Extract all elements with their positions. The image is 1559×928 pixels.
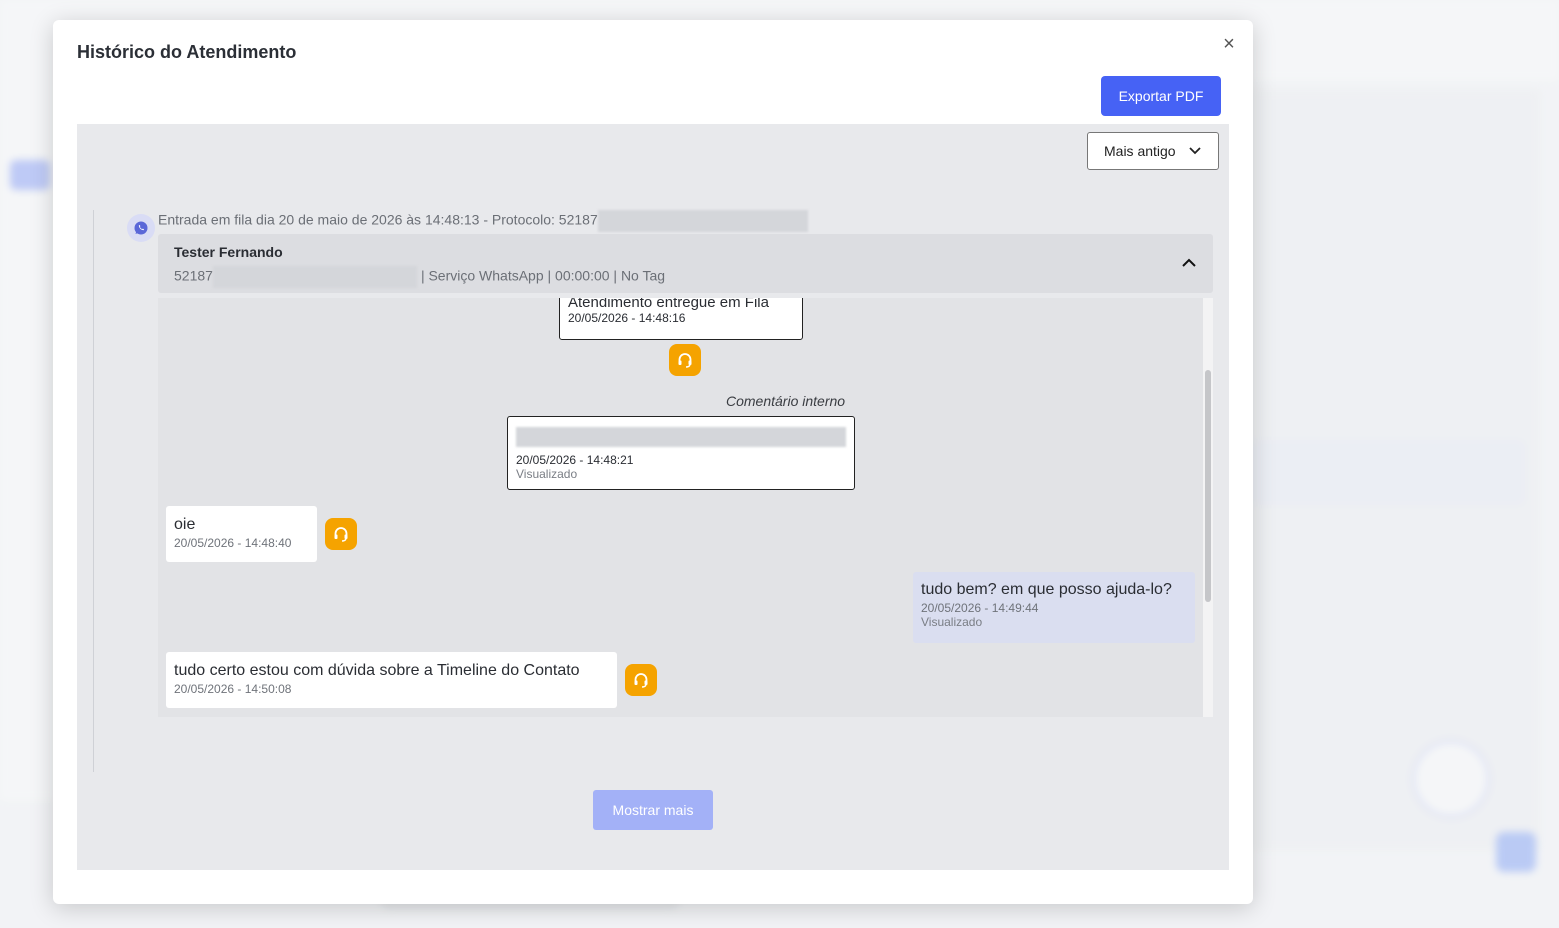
chat-timeline[interactable]: Atendimento entregue em Fila 20/05/2026 …: [158, 298, 1213, 717]
chevron-up-icon[interactable]: [1178, 252, 1200, 274]
ticket-protocol: 52187: [174, 267, 213, 284]
modal-title: Histórico do Atendimento: [77, 42, 297, 62]
ticket-service-info: | Serviço WhatsApp | 00:00:00 | No Tag: [420, 267, 666, 284]
internal-comment-card: 20/05/2026 - 14:48:21 Visualizado: [507, 416, 855, 490]
message-time: 20/05/2026 - 14:50:08: [174, 682, 292, 696]
close-button[interactable]: ×: [1219, 34, 1239, 54]
incoming-message: oie 20/05/2026 - 14:48:40: [166, 506, 317, 562]
outgoing-message: tudo bem? em que posso ajuda-lo? 20/05/2…: [913, 572, 1195, 643]
internal-comment-label: Comentário interno: [726, 393, 846, 409]
contact-name: Tester Fernando: [174, 244, 283, 260]
chevron-down-icon: [1188, 143, 1202, 160]
message-text: tudo bem? em que posso ajuda-lo?: [921, 581, 1172, 598]
queue-entry-label: Entrada em fila dia 20 de maio de 2026 à…: [158, 211, 598, 228]
sort-select-value: Mais antigo: [1104, 143, 1176, 159]
event-card: Atendimento entregue em Fila 20/05/2026 …: [559, 298, 803, 340]
redacted-protocol: [212, 266, 417, 288]
chat-scrollbar-thumb[interactable]: [1205, 370, 1211, 602]
message-time: 20/05/2026 - 14:49:44: [921, 601, 1039, 615]
redacted-comment-text: [516, 427, 846, 447]
comment-status: Visualizado: [516, 467, 578, 481]
redacted-protocol: [597, 210, 808, 232]
whatsapp-icon: [127, 214, 155, 242]
queue-entry-text: Entrada em fila dia 20 de maio de 2026 à…: [158, 210, 808, 232]
incoming-message: tudo certo estou com dúvida sobre a Time…: [166, 652, 617, 708]
headset-icon: [669, 344, 701, 376]
headset-icon: [325, 518, 357, 550]
comment-time: 20/05/2026 - 14:48:21: [516, 453, 634, 467]
message-text: tudo certo estou com dúvida sobre a Time…: [174, 662, 580, 679]
ticket-header: Tester Fernando 52187 | Serviço WhatsApp …: [158, 234, 1213, 293]
ticket-meta: 52187 | Serviço WhatsApp | 00:00:00 | No …: [174, 266, 665, 288]
headset-icon: [625, 664, 657, 696]
timeline-line: [93, 210, 94, 772]
message-time: 20/05/2026 - 14:48:40: [174, 536, 292, 550]
history-modal: Histórico do Atendimento × Exportar PDF …: [53, 20, 1253, 904]
chat-scrollbar[interactable]: [1203, 298, 1213, 717]
export-pdf-button[interactable]: Exportar PDF: [1101, 76, 1221, 116]
history-content: Mais antigo Entrada em fila dia 20 de ma…: [77, 124, 1229, 870]
event-time: 20/05/2026 - 14:48:16: [568, 311, 686, 325]
event-title: Atendimento entregue em Fila: [568, 298, 769, 311]
message-text: oie: [174, 516, 196, 533]
sort-select[interactable]: Mais antigo: [1087, 132, 1219, 170]
show-more-button[interactable]: Mostrar mais: [593, 790, 713, 830]
message-status: Visualizado: [921, 615, 983, 629]
